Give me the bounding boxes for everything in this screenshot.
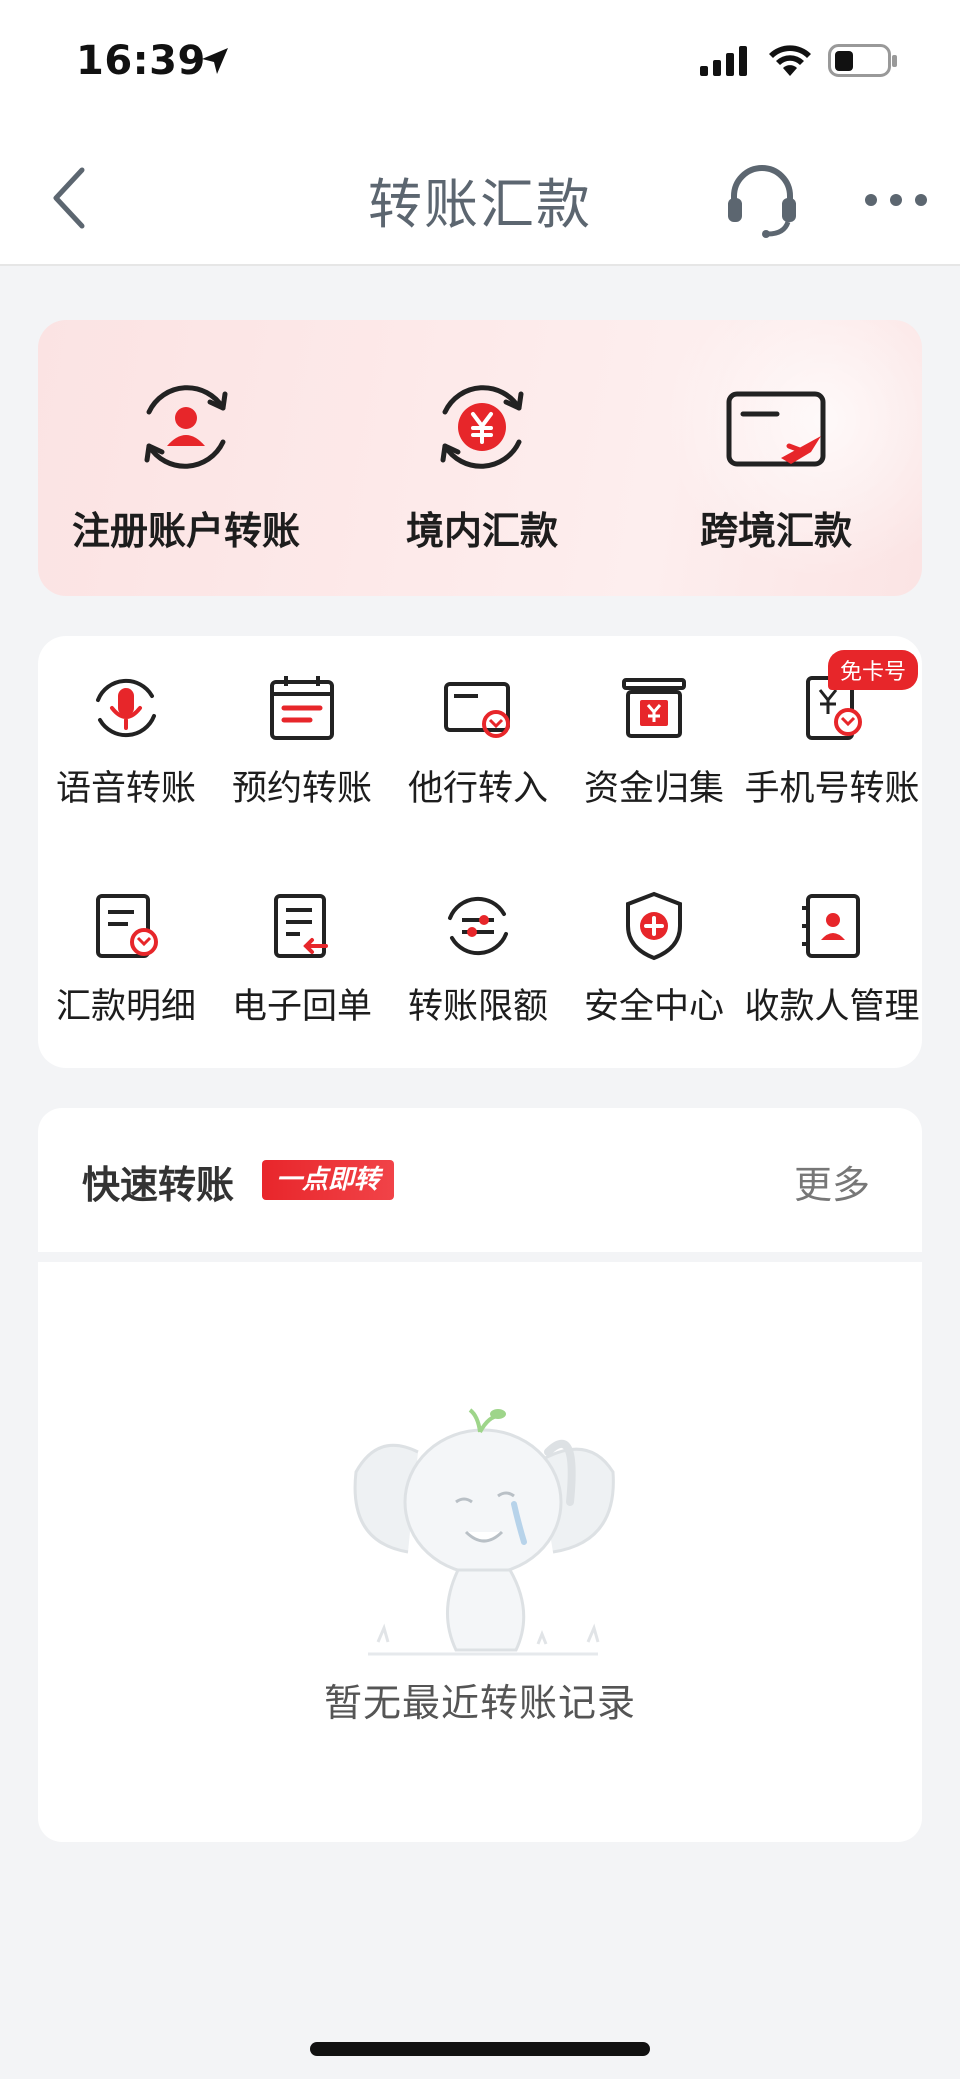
grid-phone-transfer[interactable]: 手机号转账 免卡号 xyxy=(742,636,922,816)
grid-e-receipt[interactable]: 电子回单 xyxy=(214,854,390,1034)
primary-label: 境内汇款 xyxy=(405,509,558,553)
grid-label: 语音转账 xyxy=(55,769,196,809)
quick-transfer-badge: 一点即转 xyxy=(262,1160,395,1200)
primary-cross-border-remittance[interactable]: 跨境汇款 xyxy=(630,320,922,596)
quick-transfer-title: 快速转账 xyxy=(82,1163,235,1207)
more-options-button[interactable] xyxy=(856,170,936,230)
grid-transfer-limit[interactable]: 转账限额 xyxy=(390,854,566,1034)
elephant-illustration xyxy=(353,1408,615,1656)
grid-label: 汇款明细 xyxy=(55,987,196,1027)
yuan-exchange-icon xyxy=(440,385,524,469)
status-time: 16:39 xyxy=(76,38,206,84)
cellular-signal-icon xyxy=(700,46,747,76)
location-arrow-icon xyxy=(202,48,228,74)
limit-icon xyxy=(448,896,508,956)
home-indicator xyxy=(310,2042,650,2056)
grid-scheduled-transfer[interactable]: 预约转账 xyxy=(214,636,390,816)
grid-label: 转账限额 xyxy=(407,987,548,1027)
primary-actions-card: 注册账户转账 境内汇款 跨境汇款 xyxy=(38,320,922,596)
nav-header: 转账汇款 xyxy=(0,130,960,266)
receipt-icon xyxy=(274,894,328,958)
grid-label: 手机号转账 xyxy=(744,769,920,809)
no-card-badge: 免卡号 xyxy=(827,650,918,690)
card-in-icon xyxy=(444,682,510,738)
customer-service-button[interactable] xyxy=(720,158,804,242)
quick-transfer-more-link[interactable]: 更多 xyxy=(794,1154,870,1209)
primary-registered-account-transfer[interactable]: 注册账户转账 xyxy=(38,320,334,596)
grid-security-center[interactable]: 安全中心 xyxy=(566,854,742,1034)
function-grid: 语音转账 预约转账 他行转入 资金归集 手机号转账 免卡号 汇款明细 电子回单 … xyxy=(38,636,922,1068)
empty-state-text: 暂无最近转账记录 xyxy=(323,1681,636,1725)
calendar-icon xyxy=(270,676,334,740)
primary-domestic-remittance[interactable]: 境内汇款 xyxy=(334,320,630,596)
page-title: 转账汇款 xyxy=(368,173,592,236)
microphone-icon xyxy=(96,678,156,738)
status-bar: 16:39 xyxy=(0,0,960,130)
headset-icon xyxy=(728,165,796,238)
primary-label: 跨境汇款 xyxy=(699,509,852,553)
shield-icon xyxy=(626,891,682,961)
primary-label: 注册账户转账 xyxy=(71,509,300,553)
card-plane-icon xyxy=(726,391,826,467)
grid-label: 资金归集 xyxy=(583,769,724,809)
quick-transfer-header: 快速转账 一点即转 更多 xyxy=(38,1108,922,1252)
detail-icon xyxy=(96,894,158,958)
ellipsis-icon xyxy=(865,194,927,206)
user-transfer-icon xyxy=(144,385,228,469)
grid-label: 他行转入 xyxy=(407,769,548,809)
fund-collect-icon xyxy=(622,678,686,738)
grid-other-bank-in[interactable]: 他行转入 xyxy=(390,636,566,816)
battery-icon xyxy=(828,44,897,77)
grid-fund-collection[interactable]: 资金归集 xyxy=(566,636,742,816)
quick-transfer-empty-state: 暂无最近转账记录 xyxy=(38,1262,922,1842)
grid-voice-transfer[interactable]: 语音转账 xyxy=(38,636,214,816)
wifi-icon xyxy=(769,45,811,76)
grid-remittance-details[interactable]: 汇款明细 xyxy=(38,854,214,1034)
grid-payee-management[interactable]: 收款人管理 xyxy=(742,854,922,1034)
grid-label: 预约转账 xyxy=(231,769,372,809)
payee-icon xyxy=(802,894,860,958)
grid-label: 安全中心 xyxy=(583,987,724,1027)
grid-label: 电子回单 xyxy=(231,987,372,1027)
grid-label: 收款人管理 xyxy=(744,987,920,1027)
